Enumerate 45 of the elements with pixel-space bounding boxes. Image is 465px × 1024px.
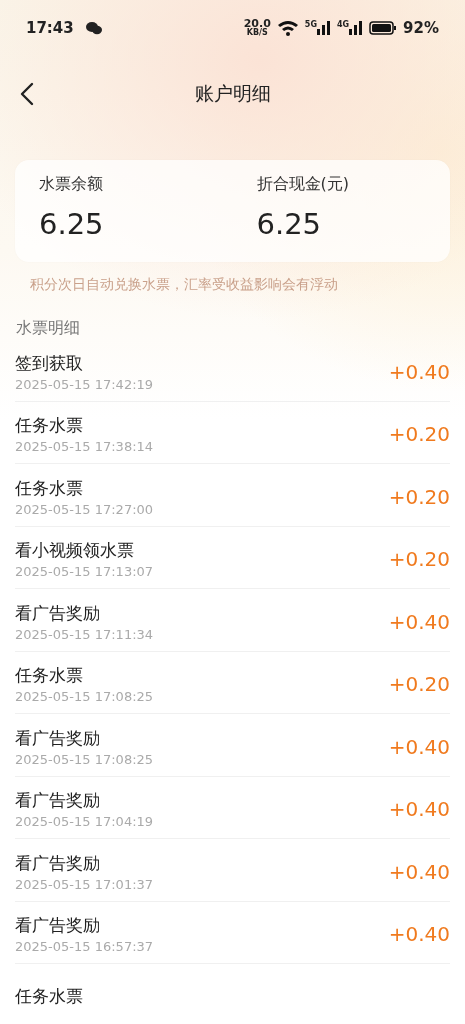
- record-title: 任务水票: [15, 414, 84, 438]
- battery-level: 92%: [403, 18, 439, 37]
- record-time: 2025-05-15 17:11:34: [15, 626, 154, 642]
- record-title: 任务水票: [15, 664, 84, 688]
- record-amount: +0.40: [388, 859, 450, 884]
- record-title: 看广告奖励: [15, 726, 101, 750]
- record-title: 签到获取: [15, 351, 84, 375]
- back-icon[interactable]: [20, 82, 34, 106]
- record-amount: +0.40: [388, 609, 450, 634]
- balance-label: 折合现金(元): [256, 174, 350, 195]
- record-title: 任务水票: [15, 985, 83, 1009]
- record-time: 2025-05-15 17:01:37: [15, 876, 154, 892]
- record-title: 看广告奖励: [15, 601, 101, 625]
- record-time: 2025-05-15 17:04:19: [15, 814, 154, 830]
- record-title: 任务水票: [15, 476, 84, 500]
- record-title: 看广告奖励: [15, 789, 101, 813]
- record-amount: +0.40: [388, 922, 450, 947]
- balance-value: 6.25: [256, 209, 323, 241]
- wifi-icon: [276, 19, 299, 36]
- record-time: 2025-05-15 17:42:19: [15, 376, 154, 392]
- page-title: 账户明细: [194, 81, 271, 106]
- record-amount: +0.40: [388, 359, 450, 384]
- exchange-note: 积分次日自动兑换水票，汇率受收益影响会有浮动: [30, 276, 339, 294]
- record-amount: +0.20: [388, 484, 450, 509]
- record-time: 2025-05-15 16:57:37: [15, 939, 154, 955]
- record-title: 看小视频领水票: [15, 539, 135, 563]
- section-title: 水票明细: [16, 318, 81, 339]
- record-time: 2025-05-15 17:38:14: [15, 439, 154, 455]
- record-amount: +0.20: [388, 422, 450, 447]
- status-time: 17:43: [26, 18, 74, 37]
- record-title: 看广告奖励: [15, 851, 101, 875]
- record-amount: +0.20: [388, 672, 450, 697]
- battery-icon: [369, 20, 398, 35]
- record-time: 2025-05-15 17:27:00: [15, 501, 154, 517]
- record-time: 2025-05-15 17:08:25: [15, 751, 154, 767]
- balance-value: 6.25: [39, 209, 105, 241]
- record-amount: +0.20: [388, 547, 450, 572]
- record-amount: +0.40: [388, 797, 450, 822]
- network-speed: 20.0 KB/S: [243, 18, 271, 37]
- record-amount: +0.40: [388, 734, 450, 759]
- chat-app-icon: [85, 20, 102, 35]
- record-title: 看广告奖励: [15, 914, 101, 938]
- record-time: 2025-05-15 17:08:25: [15, 689, 154, 705]
- record-time: 2025-05-15 17:13:07: [15, 564, 154, 580]
- balance-label: 水票余额: [39, 174, 104, 195]
